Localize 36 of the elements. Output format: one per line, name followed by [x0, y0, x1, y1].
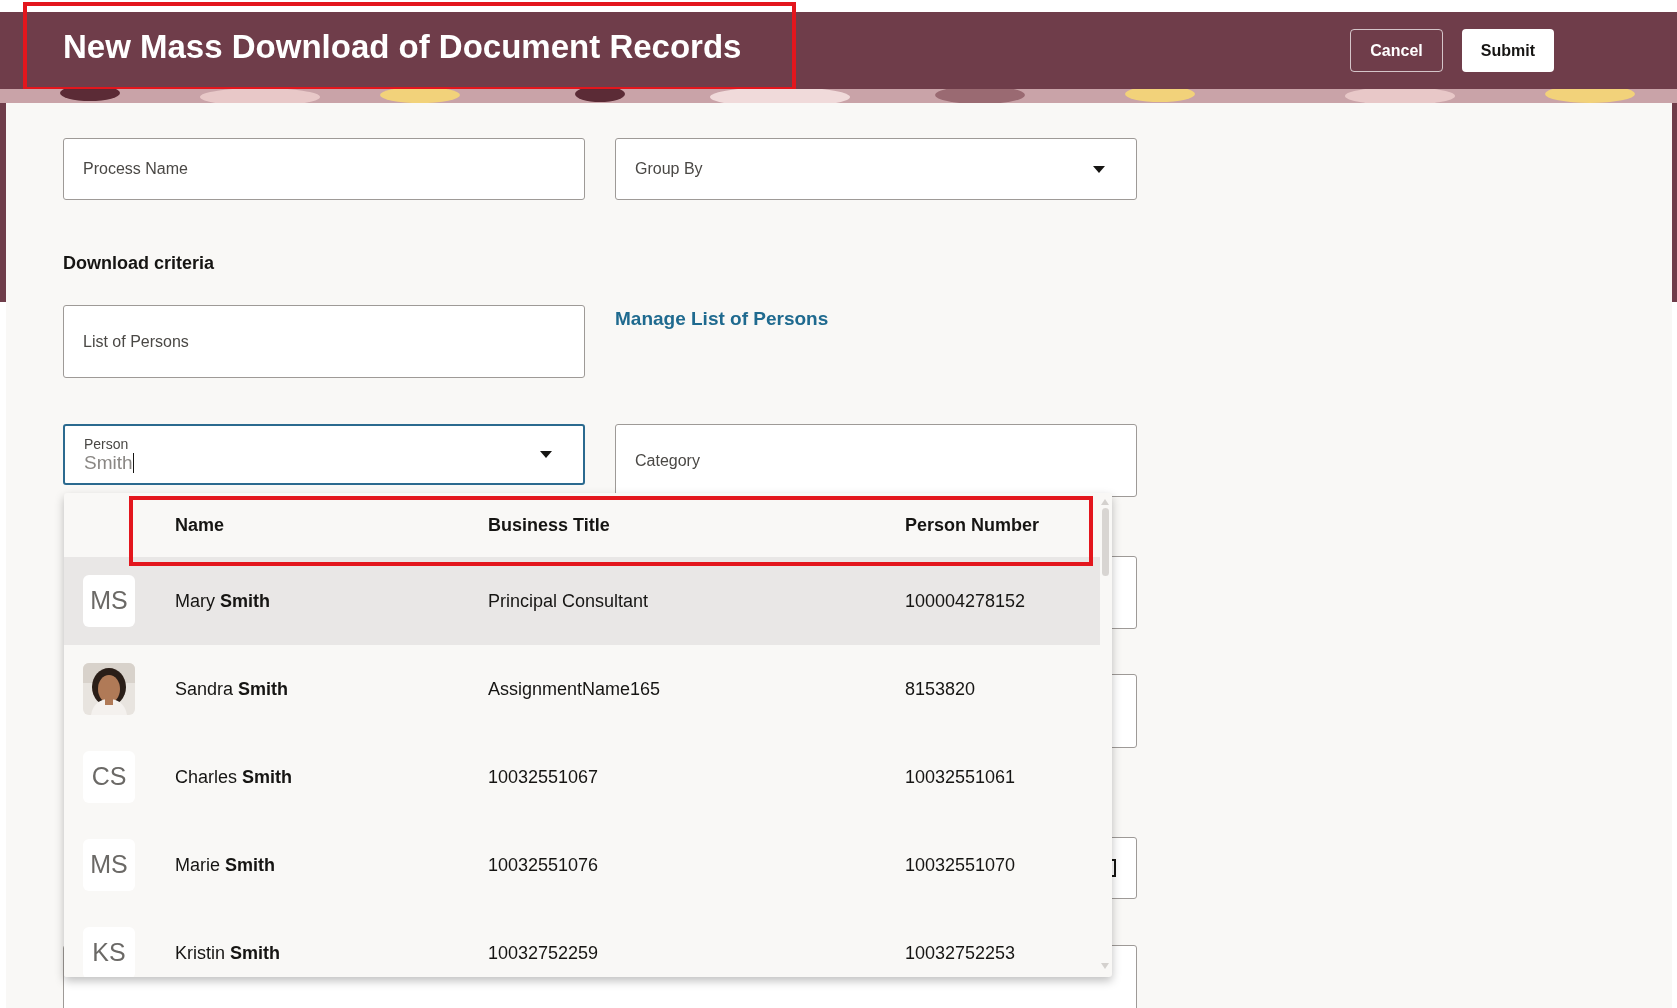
avatar-initials: KS [83, 927, 135, 977]
cancel-button[interactable]: Cancel [1350, 29, 1443, 72]
person-row[interactable]: MS Mary Smith Principal Consultant 100004278152 [64, 557, 1100, 645]
person-name: Kristin Smith [175, 942, 281, 963]
person-number: 10032752253 [905, 941, 1016, 965]
column-header: Name [175, 513, 226, 537]
person-name: Sandra Smith [175, 678, 289, 699]
process-name-field[interactable]: Process Name [63, 138, 585, 200]
business-title: Principal Consultant [488, 590, 649, 611]
person-search-field[interactable]: Person Smith [63, 424, 585, 485]
business-title: 10032551067 [488, 766, 599, 787]
person-name: Marie Smith [175, 854, 276, 875]
section-heading: Download criteria [63, 252, 216, 275]
list-of-persons-field[interactable]: List of Persons [63, 305, 585, 378]
business-title: 10032551076 [488, 854, 599, 875]
person-row[interactable]: KS Kristin Smith 10032752259 10032752253 [64, 909, 1100, 977]
avatar-initials: CS [83, 751, 135, 803]
person-name: Mary Smith [175, 590, 270, 611]
field-label: Person [84, 435, 130, 452]
person-name: Charles Smith [175, 766, 293, 787]
business-title: 10032752259 [488, 942, 599, 963]
group-by-dropdown[interactable]: Group By [615, 138, 1137, 200]
column-header: Business Title [488, 513, 611, 537]
person-number: 10032551070 [905, 853, 1016, 877]
column-header: Person Number [905, 513, 1040, 537]
business-title: AssignmentName165 [488, 678, 661, 699]
avatar-initials: MS [83, 839, 135, 891]
person-number: 100004278152 [905, 589, 1026, 613]
page-title: New Mass Download of Document Records [63, 26, 742, 67]
category-field[interactable]: Category [615, 424, 1137, 497]
submit-button[interactable]: Submit [1461, 29, 1554, 72]
field-value: Smith [84, 451, 133, 474]
person-number: 8153820 [905, 677, 976, 701]
manage-list-link[interactable]: Manage List of Persons [615, 308, 829, 329]
person-number: 10032551061 [905, 765, 1016, 789]
avatar-initials: MS [83, 575, 135, 627]
